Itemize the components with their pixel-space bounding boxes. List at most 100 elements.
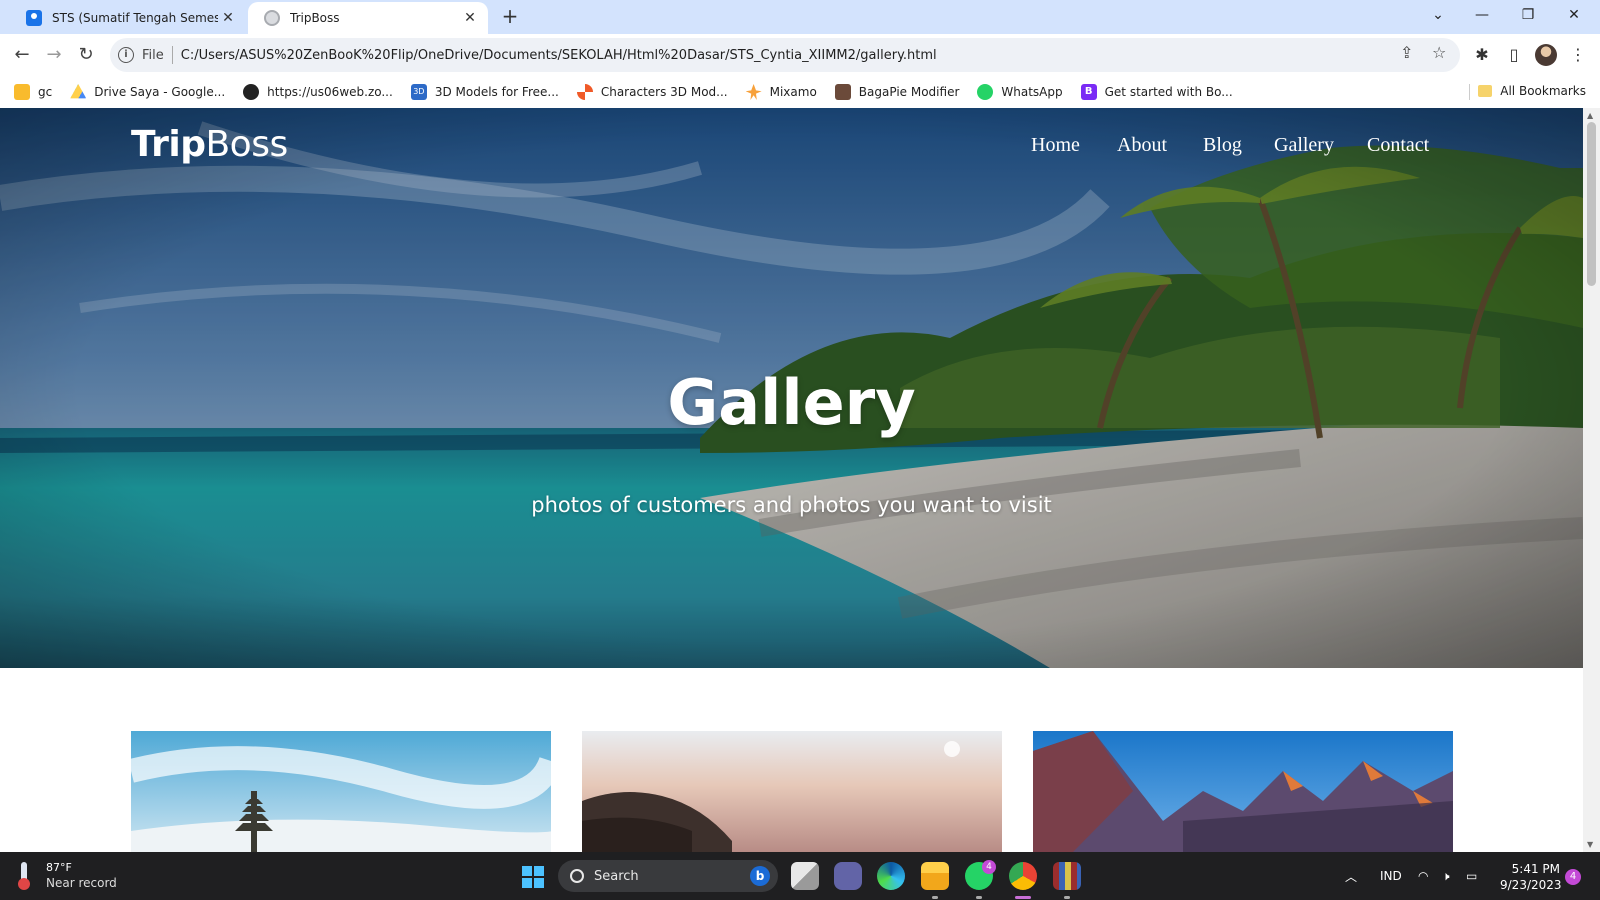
weather-widget[interactable]: 87°F Near record [16, 860, 117, 891]
divider [171, 46, 173, 64]
clock-time: 5:41 PM [1511, 862, 1560, 876]
bookmark-label: Get started with Bo... [1104, 85, 1233, 99]
mute-icon[interactable]: 🕨 [1442, 852, 1450, 900]
hero-title: Gallery [667, 366, 916, 439]
mixamo-icon [745, 84, 762, 100]
whatsapp-badge: 4 [982, 860, 996, 874]
gallery-image-temple[interactable] [131, 731, 551, 852]
bookmark-bootstrap[interactable]: B Get started with Bo... [1080, 84, 1233, 100]
bookmark-label: https://us06web.zo... [267, 85, 393, 99]
page-scrollbar[interactable]: ▲ ▼ [1583, 108, 1600, 852]
close-tab-icon[interactable]: ✕ [218, 10, 238, 26]
classroom-icon [26, 10, 42, 26]
side-panel-icon[interactable]: ▯ [1502, 43, 1526, 67]
browser-toolbar: ← → ↻ i File C:/Users/ASUS%20ZenBooK%20F… [0, 34, 1600, 76]
site-info-icon[interactable]: i [118, 47, 134, 63]
classroom-icon [14, 84, 30, 100]
start-button[interactable] [522, 866, 544, 888]
divider [1469, 84, 1470, 100]
teams-icon[interactable] [834, 862, 862, 890]
bookmark-zoom[interactable]: https://us06web.zo... [243, 84, 393, 100]
wifi-icon[interactable]: ◠ [1418, 852, 1428, 900]
weather-temp: 87°F [46, 861, 72, 874]
bookmark-label: Drive Saya - Google... [94, 85, 226, 99]
nav-contact[interactable]: Contact [1367, 134, 1429, 157]
running-indicator [1064, 896, 1070, 899]
bagapie-icon [834, 84, 851, 100]
task-view-icon[interactable] [791, 862, 819, 890]
bookmark-label: gc [38, 85, 53, 99]
nav-about[interactable]: About [1117, 134, 1167, 157]
back-icon[interactable]: ← [10, 43, 34, 67]
share-icon[interactable]: ⇪ [1400, 43, 1413, 62]
bookmark-drive[interactable]: Drive Saya - Google... [70, 84, 225, 100]
extensions-icon[interactable]: ✱ [1470, 43, 1494, 67]
new-tab-button[interactable]: + [498, 5, 522, 29]
taskbar-search[interactable]: Search b [558, 860, 778, 892]
running-indicator [932, 896, 938, 899]
tab-title: STS (Sumatif Tengah Semester) C [52, 11, 218, 25]
star-icon[interactable]: ☆ [1432, 43, 1446, 62]
nav-blog[interactable]: Blog [1203, 134, 1242, 157]
windows-logo-tile [522, 866, 532, 876]
bookmark-gc[interactable]: gc [14, 84, 52, 100]
globe-icon [264, 10, 280, 26]
close-window-icon[interactable]: ✕ [1552, 0, 1596, 30]
scrollbar-thumb[interactable] [1587, 122, 1596, 286]
show-hidden-icons[interactable]: ︿ [1345, 852, 1357, 900]
scroll-up-icon[interactable]: ▲ [1587, 111, 1593, 120]
pinwheel-icon [576, 84, 593, 100]
profile-avatar[interactable] [1535, 44, 1557, 66]
close-tab-icon[interactable]: ✕ [460, 10, 480, 26]
weather-condition: Near record [46, 876, 117, 890]
tab-strip: STS (Sumatif Tengah Semester) C ✕ TripBo… [0, 0, 1600, 34]
file-explorer-icon[interactable] [921, 862, 949, 890]
address-bar[interactable]: i File C:/Users/ASUS%20ZenBooK%20Flip/On… [110, 38, 1460, 72]
nav-gallery[interactable]: Gallery [1274, 134, 1334, 157]
winrar-icon[interactable] [1053, 862, 1081, 890]
tab-title: TripBoss [290, 11, 340, 25]
menu-icon[interactable]: ⋮ [1566, 43, 1590, 67]
battery-icon[interactable]: ▭ [1466, 852, 1477, 900]
system-clock[interactable]: 5:41 PM 9/23/2023 [1500, 861, 1562, 893]
hero-section: TripBoss Home About Blog Gallery Contact… [0, 108, 1583, 668]
search-icon [570, 869, 584, 883]
scroll-down-icon[interactable]: ▼ [1587, 840, 1593, 849]
bookmark-mixamo[interactable]: Mixamo [745, 84, 817, 100]
nav-home[interactable]: Home [1031, 134, 1080, 157]
bookmark-label: 3D Models for Free... [434, 85, 559, 99]
all-bookmarks-label: All Bookmarks [1500, 84, 1586, 98]
forward-icon[interactable]: → [42, 43, 66, 67]
taskbar: 87°F Near record Search b 4 ︿ IND ◠ 🕨 ▭ [0, 852, 1600, 900]
edge-icon[interactable] [877, 862, 905, 890]
url-text[interactable]: C:/Users/ASUS%20ZenBooK%20Flip/OneDrive/… [181, 48, 937, 63]
reload-icon[interactable]: ↻ [74, 43, 98, 67]
bookmark-characters[interactable]: Characters 3D Mod... [576, 84, 728, 100]
minimize-icon[interactable]: — [1460, 0, 1504, 30]
search-placeholder: Search [594, 868, 639, 884]
bookmark-bagapie[interactable]: BagaPie Modifier [834, 84, 959, 100]
bookmarks-bar: gc Drive Saya - Google... https://us06we… [0, 76, 1600, 108]
tab-tripboss[interactable]: TripBoss ✕ [248, 2, 488, 34]
gallery-image-mountains[interactable] [1033, 731, 1453, 852]
language-indicator[interactable]: IND [1380, 852, 1402, 900]
gallery-image-coast[interactable] [582, 731, 1002, 852]
running-indicator [976, 896, 982, 899]
tab-sts[interactable]: STS (Sumatif Tengah Semester) C ✕ [10, 2, 246, 34]
logo-bold: Trip [131, 124, 206, 165]
bookmark-whatsapp[interactable]: WhatsApp [977, 84, 1063, 100]
all-bookmarks[interactable]: All Bookmarks [1478, 84, 1586, 98]
notification-badge[interactable]: 4 [1565, 869, 1581, 885]
chrome-icon[interactable] [1009, 862, 1037, 890]
bootstrap-icon: B [1080, 84, 1097, 100]
site-logo[interactable]: TripBoss [131, 124, 288, 165]
bookmark-3d-models[interactable]: 3D 3D Models for Free... [410, 84, 559, 100]
3d-icon: 3D [410, 84, 427, 100]
screen: STS (Sumatif Tengah Semester) C ✕ TripBo… [0, 0, 1600, 900]
running-indicator-active [1015, 896, 1031, 899]
drive-icon [70, 84, 87, 99]
restore-icon[interactable]: ❐ [1506, 0, 1550, 30]
globe-icon [243, 84, 260, 100]
bing-icon[interactable]: b [750, 866, 770, 886]
tab-search-icon[interactable]: ⌄ [1416, 0, 1460, 30]
